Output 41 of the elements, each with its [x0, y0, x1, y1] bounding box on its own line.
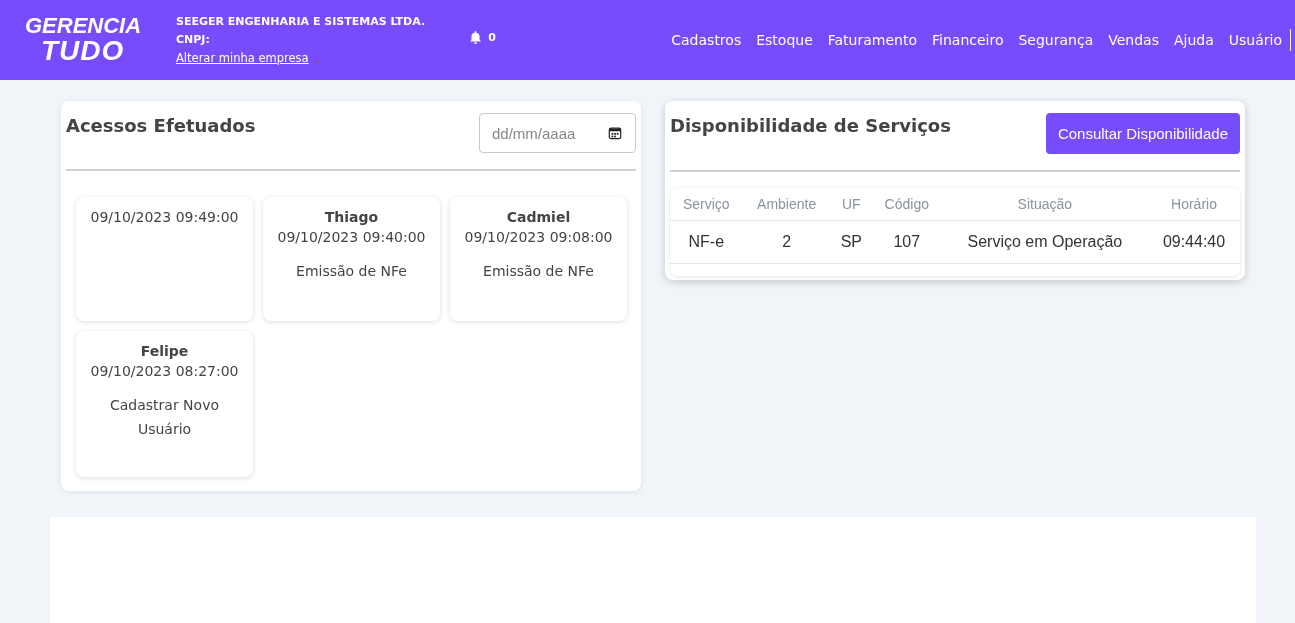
column-header: UF	[830, 188, 872, 221]
table-cell: 107	[871, 220, 942, 264]
menu-item[interactable]: Financeiro	[932, 32, 1004, 48]
logo[interactable]: GERENCIA TUDO	[25, 15, 150, 65]
menu-item[interactable]: Usuário	[1228, 32, 1282, 48]
calendar-icon	[608, 126, 622, 140]
column-header: Situação	[941, 188, 1149, 221]
access-datetime: 09/10/2023 09:08:00	[464, 229, 613, 245]
menu-item[interactable]: Faturamento	[827, 32, 917, 48]
column-header: Código	[871, 188, 942, 221]
menu-item[interactable]: Ajuda	[1173, 32, 1214, 48]
card-title: Acessos Efetuados	[66, 115, 256, 136]
user-name: Felipe	[140, 343, 189, 359]
menu-item[interactable]: Cadastros	[671, 32, 742, 48]
user-name: Thiago	[324, 209, 379, 225]
column-header: Horário	[1148, 188, 1240, 221]
cnpj-label: CNPJ:	[176, 33, 211, 46]
card-title: Disponibilidade de Serviços	[670, 115, 951, 136]
bell-icon	[469, 30, 483, 44]
check-availability-button[interactable]: Consultar Disponibilidade	[1045, 113, 1240, 154]
user-name: Cadmiel	[506, 209, 571, 225]
table-cell: 2	[742, 220, 831, 264]
access-action: Emissão de NFe	[482, 262, 595, 281]
notifications-button[interactable]: 0	[469, 30, 496, 44]
date-field[interactable]: dd/mm/aaaa	[479, 113, 636, 153]
access-action: Emissão de NFe	[295, 262, 408, 281]
access-datetime: 09/10/2023 09:49:00	[90, 209, 239, 225]
access-datetime: 09/10/2023 09:40:00	[277, 229, 426, 245]
menu-item[interactable]: Vendas	[1108, 32, 1159, 48]
column-header: Ambiente	[742, 188, 831, 221]
table-cell: Serviço em Operação	[941, 220, 1149, 264]
table-cell: SP	[830, 220, 872, 264]
table-cell: 09:44:40	[1148, 220, 1240, 264]
column-header: Serviço	[670, 188, 743, 221]
menu-item[interactable]: Segurança	[1018, 32, 1094, 48]
menu-item[interactable]: Estoque	[756, 32, 813, 48]
access-action: Cadastrar Novo Usuário	[108, 396, 220, 439]
change-company-link[interactable]: Alterar minha empresa	[176, 51, 426, 65]
company-name: SEEGER ENGENHARIA E SISTEMAS LTDA.	[176, 15, 426, 28]
access-datetime: 09/10/2023 08:27:00	[90, 363, 239, 379]
table-cell: NF-e	[670, 220, 743, 264]
